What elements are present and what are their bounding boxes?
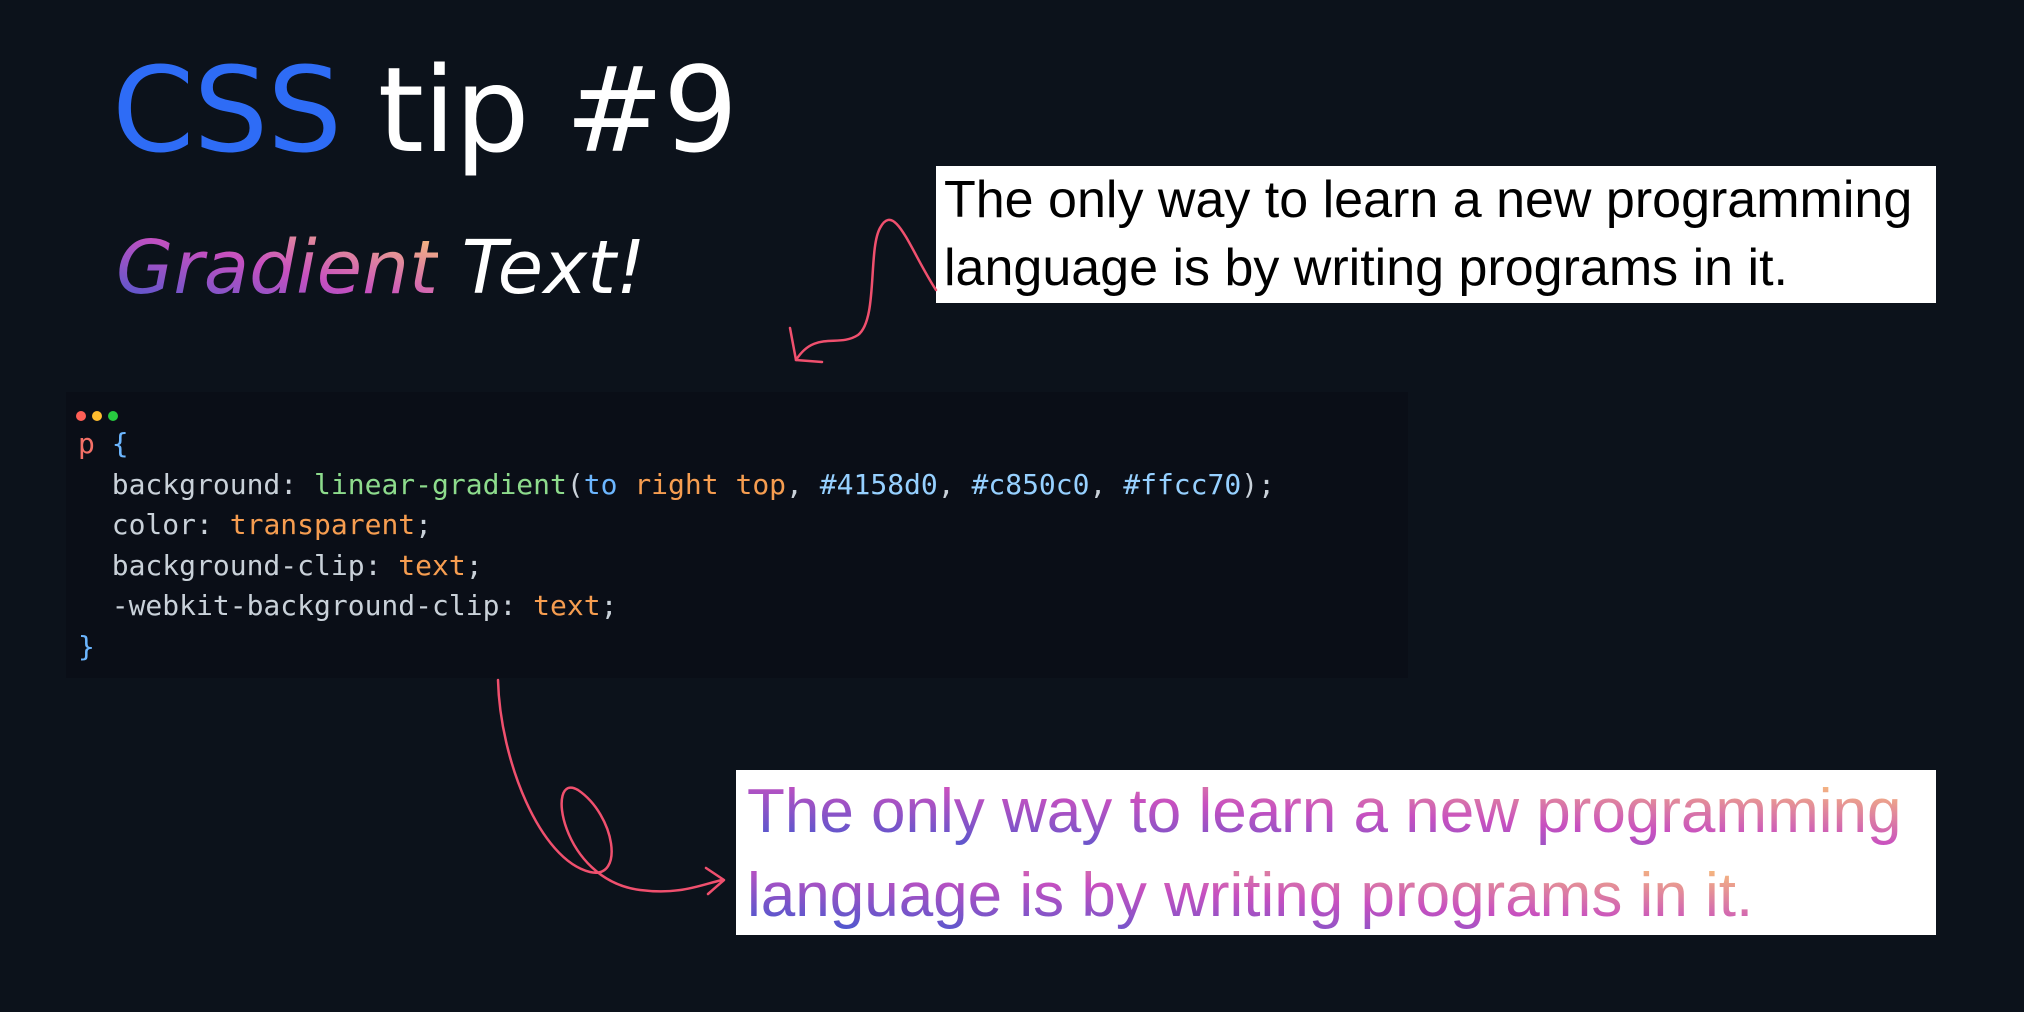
arrow-to-code-head-icon	[788, 326, 824, 364]
annotation-arrows	[496, 218, 938, 896]
arrow-to-result-icon	[496, 678, 724, 893]
arrow-to-code-icon	[794, 218, 938, 362]
